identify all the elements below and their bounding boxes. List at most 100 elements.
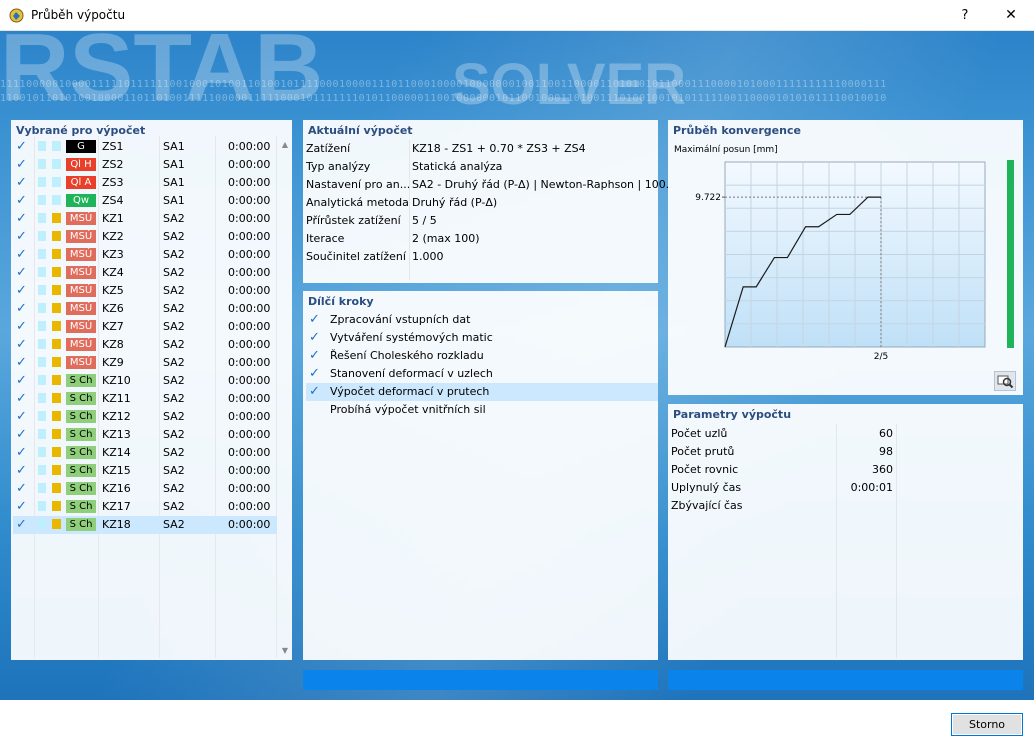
close-button[interactable]: ✕ [988,0,1034,31]
color-swatch [52,411,61,421]
check-icon[interactable]: ✓ [16,174,30,192]
list-item[interactable]: ✓ MSÚ KZ7 SA2 0:00:00 [13,318,277,336]
check-icon[interactable]: ✓ [16,516,30,534]
list-item[interactable]: ✓ G ZS1 SA1 0:00:00 [13,138,277,156]
load-name: KZ2 [102,230,124,243]
analysis-type: SA2 [163,230,185,243]
help-button[interactable]: ? [944,0,986,31]
color-swatch [38,447,46,457]
check-icon[interactable]: ✓ [16,444,30,462]
params-title: Parametry výpočtu [673,408,792,421]
list-item[interactable]: ✓ MSÚ KZ5 SA2 0:00:00 [13,282,277,300]
check-icon[interactable]: ✓ [16,390,30,408]
load-name: KZ3 [102,248,124,261]
info-key: Přírůstek zatížení [306,214,401,227]
analysis-type: SA2 [163,356,185,369]
load-name: ZS2 [102,158,124,171]
check-icon[interactable]: ✓ [16,354,30,372]
load-name: KZ6 [102,302,124,315]
color-swatch [38,519,46,529]
check-icon[interactable]: ✓ [16,300,30,318]
load-tag: G [66,140,96,153]
list-item[interactable]: ✓ S Ch KZ18 SA2 0:00:00 [13,516,277,534]
color-swatch [38,177,46,187]
load-name: KZ16 [102,482,131,495]
color-swatch [38,267,46,277]
param-value: 360 [872,463,893,476]
param-key: Počet prutů [671,445,735,458]
analysis-type: SA2 [163,482,185,495]
list-item[interactable]: ✓ MSÚ KZ1 SA2 0:00:00 [13,210,277,228]
check-icon[interactable]: ✓ [16,336,30,354]
check-icon[interactable]: ✓ [16,228,30,246]
list-item[interactable]: ✓ S Ch KZ17 SA2 0:00:00 [13,498,277,516]
load-tag: Ql H [66,158,96,171]
check-icon[interactable]: ✓ [16,408,30,426]
color-swatch [52,141,61,151]
list-item[interactable]: ✓ Qw ZS4 SA1 0:00:00 [13,192,277,210]
load-name: KZ5 [102,284,124,297]
check-icon[interactable]: ✓ [16,426,30,444]
load-name: KZ13 [102,428,131,441]
list-item[interactable]: ✓ S Ch KZ16 SA2 0:00:00 [13,480,277,498]
check-icon[interactable]: ✓ [16,498,30,516]
zoom-button[interactable] [994,371,1016,391]
check-icon[interactable]: ✓ [16,156,30,174]
check-icon[interactable]: ✓ [16,264,30,282]
load-tag: Ql A [66,176,96,189]
load-name: KZ15 [102,464,131,477]
list-item[interactable]: ✓ S Ch KZ10 SA2 0:00:00 [13,372,277,390]
step-label: Výpočet deformací v prutech [330,385,490,398]
title-bar: Průběh výpočtu ? ✕ [0,0,1034,31]
load-tag: MSÚ [66,212,96,225]
load-tag: S Ch [66,428,96,441]
color-swatch [52,159,61,169]
calc-time: 0:00:00 [228,374,271,387]
list-item[interactable]: ✓ S Ch KZ14 SA2 0:00:00 [13,444,277,462]
check-icon[interactable]: ✓ [16,192,30,210]
list-item[interactable]: ✓ MSÚ KZ2 SA2 0:00:00 [13,228,277,246]
param-key: Uplynulý čas [671,481,742,494]
load-tag: S Ch [66,518,96,531]
check-icon[interactable]: ✓ [16,462,30,480]
scroll-up-arrow[interactable]: ▲ [279,140,291,149]
list-item[interactable]: ✓ MSÚ KZ4 SA2 0:00:00 [13,264,277,282]
color-swatch [38,375,46,385]
info-value: KZ18 - ZS1 + 0.70 * ZS3 + ZS4 [412,142,586,155]
load-name: ZS3 [102,176,124,189]
list-item[interactable]: ✓ S Ch KZ13 SA2 0:00:00 [13,426,277,444]
check-icon[interactable]: ✓ [16,246,30,264]
calc-time: 0:00:00 [228,446,271,459]
check-icon: ✓ [309,384,320,399]
analysis-type: SA2 [163,338,185,351]
list-item[interactable]: ✓ MSÚ KZ6 SA2 0:00:00 [13,300,277,318]
check-icon[interactable]: ✓ [16,138,30,156]
info-key: Analytická metoda [306,196,409,209]
check-icon[interactable]: ✓ [16,480,30,498]
color-swatch [38,195,46,205]
load-name: KZ8 [102,338,124,351]
list-item[interactable]: ✓ Ql H ZS2 SA1 0:00:00 [13,156,277,174]
list-item[interactable]: ✓ S Ch KZ15 SA2 0:00:00 [13,462,277,480]
convergence-chart: 9.722 2/5 [695,160,1014,362]
list-item[interactable]: ✓ Ql A ZS3 SA1 0:00:00 [13,174,277,192]
binary-decoration: 1100101101010010000110110100111110000011… [0,93,887,104]
load-name: KZ10 [102,374,131,387]
load-name: KZ12 [102,410,131,423]
cancel-button[interactable]: Storno [951,713,1023,736]
load-tag: MSÚ [66,284,96,297]
scroll-down-arrow[interactable]: ▼ [279,646,291,655]
color-swatch [52,393,61,403]
color-swatch [38,411,46,421]
analysis-type: SA2 [163,392,185,405]
list-item[interactable]: ✓ MSÚ KZ8 SA2 0:00:00 [13,336,277,354]
check-icon[interactable]: ✓ [16,372,30,390]
list-item[interactable]: ✓ S Ch KZ12 SA2 0:00:00 [13,408,277,426]
check-icon[interactable]: ✓ [16,210,30,228]
list-item[interactable]: ✓ MSÚ KZ3 SA2 0:00:00 [13,246,277,264]
list-item[interactable]: ✓ S Ch KZ11 SA2 0:00:00 [13,390,277,408]
selected-list-title: Vybrané pro výpočet [16,124,146,137]
list-item[interactable]: ✓ MSÚ KZ9 SA2 0:00:00 [13,354,277,372]
check-icon[interactable]: ✓ [16,318,30,336]
check-icon[interactable]: ✓ [16,282,30,300]
